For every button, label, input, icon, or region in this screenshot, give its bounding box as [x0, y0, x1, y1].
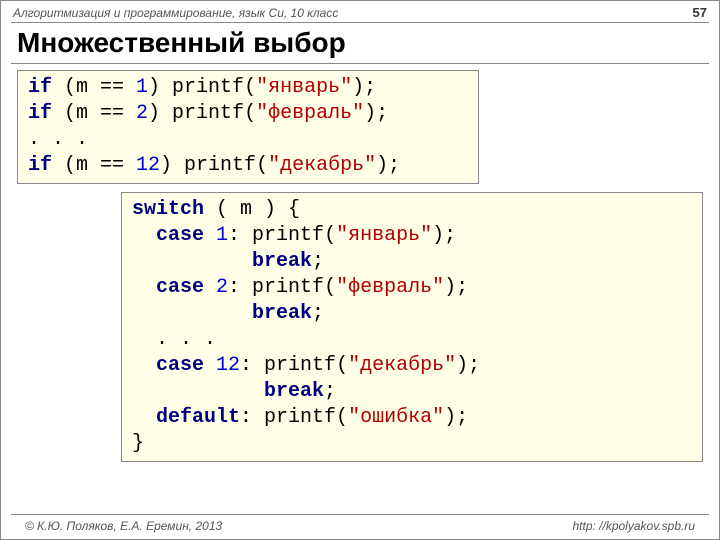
code-text: );	[352, 76, 376, 99]
kw-break: break	[264, 380, 324, 403]
code-str: "декабрь"	[348, 354, 456, 377]
kw-switch: switch	[132, 198, 204, 221]
code-text: ) printf(	[160, 154, 268, 177]
code-block-switch: switch ( m ) { case 1: printf("январь");…	[121, 192, 703, 462]
code-num: 2	[216, 276, 228, 299]
code-ellipsis: . . .	[132, 328, 216, 351]
code-num: 12	[136, 154, 160, 177]
kw-case: case	[132, 224, 204, 247]
code-text: );	[376, 154, 400, 177]
code-num: 12	[216, 354, 240, 377]
code-str: "декабрь"	[268, 154, 376, 177]
code-block-if: if (m == 1) printf("январь"); if (m == 2…	[17, 70, 479, 184]
code-text: );	[432, 224, 456, 247]
code-text: (m ==	[52, 76, 136, 99]
kw-if: if	[28, 102, 52, 125]
code-text: ;	[312, 250, 324, 273]
code-text	[204, 354, 216, 377]
divider	[11, 22, 709, 23]
code-text: );	[456, 354, 480, 377]
code-text	[204, 276, 216, 299]
kw-if: if	[28, 76, 52, 99]
slide: Алгоритмизация и программирование, язык …	[0, 0, 720, 540]
kw-default: default	[132, 406, 240, 429]
code-text: );	[444, 276, 468, 299]
kw-case: case	[132, 354, 204, 377]
header: Алгоритмизация и программирование, язык …	[1, 1, 719, 20]
code-text: );	[364, 102, 388, 125]
code-str: "январь"	[256, 76, 352, 99]
copyright: © К.Ю. Поляков, Е.А. Еремин, 2013	[25, 519, 222, 533]
page-number: 57	[693, 5, 707, 20]
code-text: (m ==	[52, 154, 136, 177]
code-text: ) printf(	[148, 76, 256, 99]
code-num: 1	[136, 76, 148, 99]
footer: © К.Ю. Поляков, Е.А. Еремин, 2013 http: …	[11, 514, 709, 533]
code-text: );	[444, 406, 468, 429]
code-text: : printf(	[228, 224, 336, 247]
code-text: : printf(	[240, 406, 348, 429]
code-text: ;	[324, 380, 336, 403]
code-text: : printf(	[228, 276, 336, 299]
code-text: ;	[312, 302, 324, 325]
code-text	[132, 302, 252, 325]
code-text	[132, 380, 264, 403]
kw-break: break	[252, 250, 312, 273]
code-text: ( m ) {	[204, 198, 300, 221]
code-str: "ошибка"	[348, 406, 444, 429]
kw-break: break	[252, 302, 312, 325]
code-text: : printf(	[240, 354, 348, 377]
footer-url: http: //kpolyakov.spb.ru	[572, 519, 695, 533]
code-text	[132, 250, 252, 273]
code-num: 2	[136, 102, 148, 125]
code-str: "февраль"	[256, 102, 364, 125]
course-label: Алгоритмизация и программирование, язык …	[13, 6, 338, 20]
slide-title: Множественный выбор	[17, 27, 719, 59]
code-text: (m ==	[52, 102, 136, 125]
code-num: 1	[216, 224, 228, 247]
code-str: "февраль"	[336, 276, 444, 299]
kw-if: if	[28, 154, 52, 177]
code-text	[204, 224, 216, 247]
code-str: "январь"	[336, 224, 432, 247]
kw-case: case	[132, 276, 204, 299]
code-ellipsis: . . .	[28, 128, 88, 151]
code-text: }	[132, 432, 144, 455]
code-text: ) printf(	[148, 102, 256, 125]
divider	[11, 63, 709, 64]
